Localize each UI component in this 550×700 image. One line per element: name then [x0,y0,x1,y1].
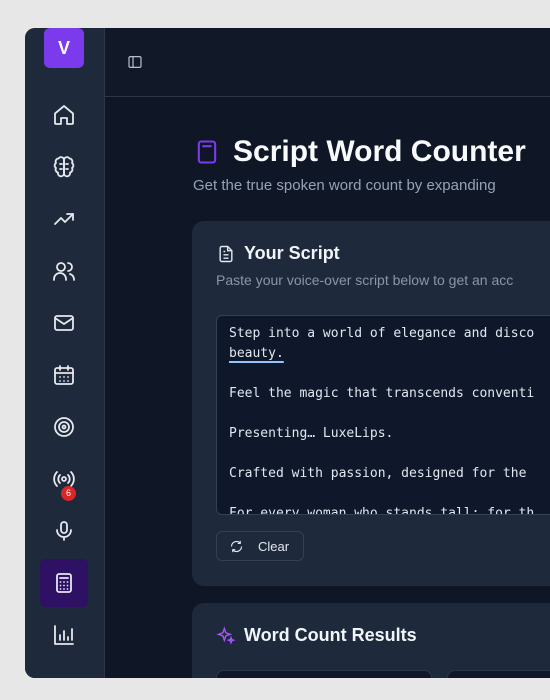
notification-badge: 6 [61,486,76,501]
page-title: Script Word Counter [233,135,526,168]
mail-icon [54,315,74,331]
script-line: Crafted with passion, designed for the [229,466,527,481]
sparkles-icon [216,625,236,645]
nav-calculator[interactable] [40,559,88,607]
script-line: For every woman who stands tall; for th [229,506,535,515]
script-card-title: Your Script [244,243,340,263]
page-header: Script Word Counter [193,135,526,169]
nav-mail[interactable] [40,299,88,347]
page-subtitle: Get the true spoken word count by expand… [193,177,496,194]
clear-button[interactable]: Clear [216,531,304,561]
script-line: Feel the magic that transcends conventi [229,386,535,401]
result-stat-box [447,670,550,678]
script-card-description: Paste your voice-over script below to ge… [216,272,514,288]
trending-up-icon [54,213,74,225]
top-bar [105,28,550,97]
sidebar: V 6 [25,28,105,678]
target-icon [54,417,74,437]
app-window: V 6 Script Word Counter Get the true spo… [25,28,550,678]
nav-trending[interactable] [40,195,88,243]
panel-left-icon [128,56,142,68]
app-logo[interactable]: V [44,28,84,68]
calculator-icon [197,140,217,164]
file-text-icon [219,245,233,262]
results-card-header: Word Count Results [216,625,417,646]
nav-home[interactable] [40,91,88,139]
nav-analytics[interactable] [40,611,88,659]
sidebar-toggle-button[interactable] [125,52,145,72]
calculator-icon [56,573,72,593]
calendar-icon [54,365,74,385]
nav-target[interactable] [40,403,88,451]
bar-chart-icon [54,625,74,645]
brain-icon [53,156,75,178]
result-stat-box [216,670,432,678]
microphone-icon [56,521,72,541]
results-card: Word Count Results [192,603,550,678]
nav-broadcast[interactable]: 6 [40,455,88,503]
refresh-icon [230,540,243,552]
nav-users[interactable] [40,247,88,295]
users-icon [53,262,75,281]
script-line: Step into a world of elegance and disco [229,326,535,341]
script-card-header: Your Script [216,243,340,264]
results-card-title: Word Count Results [244,625,417,645]
script-textarea[interactable]: Step into a world of elegance and disco … [216,315,550,515]
nav-calendar[interactable] [40,351,88,399]
main-content: Script Word Counter Get the true spoken … [105,97,550,678]
script-line: beauty. [229,346,284,361]
script-card: Your Script Paste your voice-over script… [192,221,550,586]
script-line: Presenting… LuxeLips. [229,426,394,441]
nav-brain[interactable] [40,143,88,191]
home-icon [54,105,74,125]
clear-button-label: Clear [258,538,290,554]
nav-microphone[interactable] [40,507,88,555]
